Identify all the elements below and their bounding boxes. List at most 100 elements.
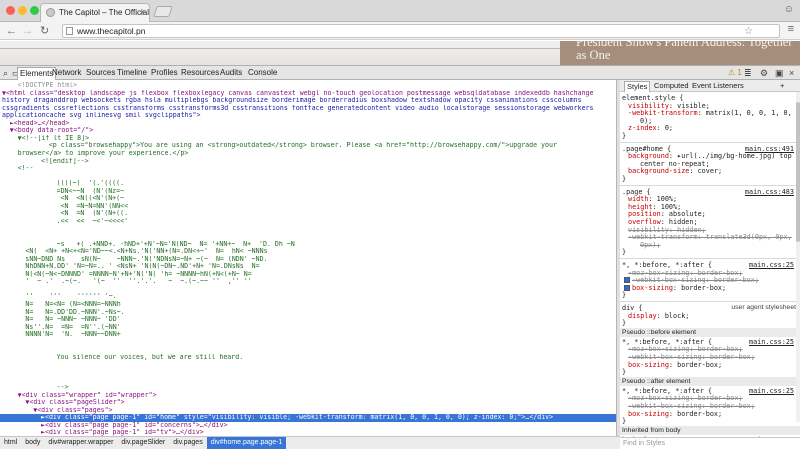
dom-node-line[interactable]: '' ''' '''''' '~.: [25, 293, 614, 301]
dom-node-line[interactable]: N(<N(~N<~DNNND' =NNNN~N'+N+'N('N( 'h= ~N…: [25, 271, 614, 279]
dom-node-line[interactable]: <!--: [18, 165, 614, 173]
tab-bar: The Capitol – The Official ... × ☺: [0, 0, 800, 22]
settings-gear-icon[interactable]: ⚙: [760, 67, 768, 79]
brace: }: [622, 319, 627, 328]
dom-node-line[interactable]: ▼<!--[if lt IE 8]>: [18, 135, 614, 143]
dom-node-line[interactable]: browser</a> to improve your experience.<…: [18, 150, 614, 158]
dom-node-line[interactable]: ▼<div class="pages">: [33, 407, 614, 415]
url-input[interactable]: www.thecapitol.pn ☆: [62, 24, 780, 38]
rule-end[interactable]: }: [622, 175, 794, 183]
new-tab-button[interactable]: [153, 6, 173, 17]
profile-icon[interactable]: ☺: [784, 4, 794, 15]
dom-node-line[interactable]: N= N=<N= (N=<NNN=~NNNh: [25, 301, 614, 309]
tab-audits[interactable]: Audits: [220, 67, 242, 79]
styles-sidebar: Styles Computed Event Listeners + elemen…: [620, 80, 800, 449]
dom-node-line[interactable]: ►<div class="page page-1" id="concerns">…: [41, 422, 614, 430]
bookmark-star-icon[interactable]: ☆: [744, 26, 753, 38]
url-text: www.thecapitol.pn: [77, 26, 146, 36]
tab-title: The Capitol – The Official ...: [59, 8, 150, 17]
scrollbar-thumb[interactable]: [796, 102, 800, 242]
dom-node-line[interactable]: <![endif]-->: [41, 158, 614, 166]
tab-sources[interactable]: Sources: [86, 67, 115, 79]
dom-node-line[interactable]: <N =N (N'(N+((.: [57, 210, 614, 218]
tab-event-listeners[interactable]: Event Listeners: [692, 81, 744, 91]
close-tab-icon[interactable]: ×: [140, 4, 145, 21]
dom-node-line[interactable]: NNNN'N= 'N. ~NNN~~DNN+: [25, 331, 614, 339]
rule-end[interactable]: }: [622, 319, 794, 327]
dom-node-line[interactable]: history draganddrop websockets rgba hsla…: [2, 97, 614, 105]
breadcrumb-item[interactable]: body: [21, 437, 44, 449]
styles-scrollbar[interactable]: [796, 92, 800, 422]
dom-node-line[interactable]: applicationcache svg inlinesvg smil svgc…: [2, 112, 614, 120]
browser-menu-icon[interactable]: ≡: [788, 23, 794, 35]
dom-node-line[interactable]: <p class="browsehappy">You are using an …: [49, 142, 614, 150]
dom-node-line[interactable]: <N =N~N=NN'(NN<<: [57, 203, 614, 211]
section-header: Pseudo ::after element: [620, 376, 800, 386]
breadcrumb-item[interactable]: html: [0, 437, 21, 449]
rule-end[interactable]: }: [622, 291, 794, 299]
minimize-window-icon[interactable]: [18, 6, 27, 15]
dom-node-line[interactable]: =DN<~~N (N'(Nz=~: [57, 188, 614, 196]
add-rule-icon[interactable]: +: [780, 81, 784, 91]
page-headline: President Snow's Panem Address: Together…: [576, 41, 793, 62]
breadcrumb-item[interactable]: div.pages: [169, 437, 206, 449]
dom-node-line[interactable]: cssgradients cssreflections csstransform…: [2, 105, 614, 113]
reload-icon[interactable]: ↻: [40, 23, 49, 39]
tab-styles[interactable]: Styles: [624, 81, 651, 92]
dom-node-line[interactable]: ((((~( '(.'((((.: [57, 180, 614, 188]
rule-end[interactable]: }: [622, 417, 794, 425]
dom-node-line[interactable]: Ns''.N= =N= =N''.(~NN': [25, 324, 614, 332]
property-checkbox[interactable]: [624, 284, 630, 291]
address-toolbar: ← → ↻ www.thecapitol.pn ☆ ≡: [0, 22, 800, 40]
dom-node-line[interactable]: ►<head>…</head>: [10, 120, 614, 128]
warning-count[interactable]: ⚠ 1: [728, 67, 742, 79]
zoom-window-icon[interactable]: [30, 6, 39, 15]
dom-node-line[interactable]: N= N= ~NNN~ ~NNN~ 'DD': [25, 316, 614, 324]
dom-node-line[interactable]: N= N=.DD'DD.~NNN'.~Ns~.: [25, 309, 614, 317]
dom-node-line[interactable]: sNN~DND Ns sN(N~ ~NNN~.'N('NDNsN=~N+ ~(~…: [25, 256, 614, 264]
dom-node-line[interactable]: ▼<div class="pageSlider">: [25, 399, 614, 407]
tab-timeline[interactable]: Timeline: [117, 67, 147, 79]
dock-icon[interactable]: ▣: [775, 67, 784, 79]
tab-profiles[interactable]: Profiles: [151, 67, 178, 79]
dom-node-line[interactable]: .<< << ~<'~<<<<': [57, 218, 614, 226]
rule-end[interactable]: }: [622, 248, 794, 256]
close-devtools-icon[interactable]: ×: [789, 67, 794, 79]
dom-node-line[interactable]: ▼<html class="desktop landscape js flexb…: [2, 90, 614, 98]
rule-end[interactable]: }: [622, 368, 794, 376]
breadcrumb-item[interactable]: div#home.page.page-1: [206, 437, 287, 449]
find-in-styles-input[interactable]: Find in Styles: [620, 437, 800, 449]
elements-tree[interactable]: <!DOCTYPE html> ▼<html class="desktop lan…: [0, 80, 616, 436]
tab-elements[interactable]: Elements: [17, 67, 57, 80]
rule-divider: [620, 301, 798, 302]
dom-node-line[interactable]: -->: [57, 384, 614, 392]
dom-node-line[interactable]: ' ~ .' .~(~. '(~ '' ''.'.'. ~ ~.(~.~~ ''…: [25, 278, 614, 286]
browser-window: The Capitol – The Official ... × ☺ ← → ↻…: [0, 0, 800, 449]
browser-tab[interactable]: The Capitol – The Official ... ×: [40, 3, 150, 22]
tab-computed[interactable]: Computed: [654, 81, 689, 91]
back-icon[interactable]: ←: [6, 23, 17, 39]
breadcrumb-item[interactable]: div.pageSlider: [117, 437, 169, 449]
dom-node-line[interactable]: You silence our voices, but we are still…: [57, 354, 614, 362]
dom-node-line[interactable]: ~s +( .+NND+. -hND+'+N'~N='N(ND~ N= '+NN…: [57, 241, 614, 249]
dom-node-line[interactable]: ▼<body data-root="/">: [10, 127, 614, 135]
tab-network[interactable]: Network: [52, 67, 81, 79]
forward-icon[interactable]: →: [22, 23, 33, 39]
console-drawer-icon[interactable]: ≣: [744, 67, 752, 79]
breadcrumb-item[interactable]: div#wrapper.wrapper: [44, 437, 117, 449]
warning-count-label: 1: [737, 68, 742, 77]
dom-node-line[interactable]: <N <N((<N'(N+(~: [57, 195, 614, 203]
search-icon[interactable]: ⌕: [3, 67, 8, 79]
close-window-icon[interactable]: [6, 6, 15, 15]
tab-resources[interactable]: Resources: [181, 67, 219, 79]
dom-node-line[interactable]: ►<div class="page page-1" id="tv">…</div…: [41, 429, 614, 436]
selected-node[interactable]: ►<div class="page page-1" id="home" styl…: [0, 414, 616, 422]
dom-node-line[interactable]: ▼<div class="wrapper" id="wrapper">: [18, 392, 614, 400]
dom-node-line[interactable]: NhDNN+N.DD' 'N=~N=.. ' <NsN+ 'N(N(~DN~.N…: [25, 263, 614, 271]
property-checkbox[interactable]: [624, 277, 630, 284]
rule-end[interactable]: }: [622, 132, 794, 140]
tab-console[interactable]: Console: [248, 67, 277, 79]
dom-node-line[interactable]: <!DOCTYPE html>: [18, 82, 614, 90]
page-icon: [66, 27, 73, 35]
dom-node-line[interactable]: <N( <N+ +N<+<N='ND~~<.<N+Ns.'N('NN+(N=.D…: [25, 248, 614, 256]
